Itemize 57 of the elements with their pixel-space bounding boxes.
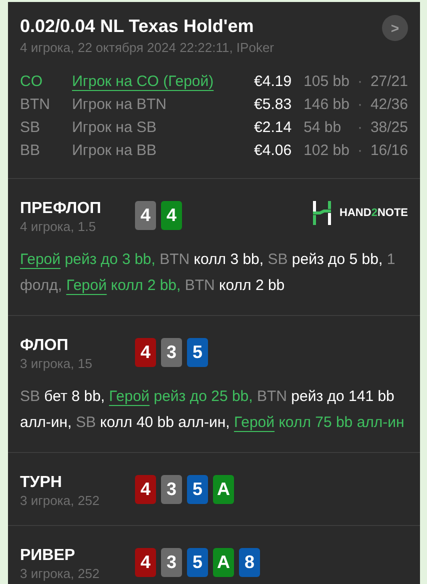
card: 8 <box>239 548 260 577</box>
position-label: BTN <box>20 95 51 115</box>
player-stats: 27/21 <box>370 72 408 92</box>
separator-dot: · <box>356 118 364 138</box>
separator-dot: · <box>356 72 364 92</box>
separator-dot: · <box>356 141 364 161</box>
card: 4 <box>135 201 156 230</box>
card: A <box>213 548 234 577</box>
position-label: BB <box>20 141 42 161</box>
street-info: 3 игрока, 252 <box>20 566 100 582</box>
stack-bb: 105 bb <box>302 72 350 92</box>
card: 4 <box>135 475 156 504</box>
street-name: РИВЕР <box>20 546 76 566</box>
card: A <box>213 475 234 504</box>
stack-bb: 54 bb <box>302 118 342 138</box>
player-name[interactable]: Игрок на CO (Герой) <box>72 73 214 90</box>
separator-dot: · <box>356 95 364 115</box>
card: 4 <box>135 338 156 367</box>
stack-bb: 146 bb <box>302 95 350 115</box>
hero-link[interactable]: Герой <box>20 251 61 268</box>
next-button[interactable]: > <box>382 15 408 41</box>
player-name[interactable]: Игрок на SB <box>72 119 156 136</box>
action-log: SB бет 8 bb, Герой рейз до 25 bb, BTN рейз до 141 bb алл-ин, SB колл 40 bb алл-ин, Герой колл 75 bb алл-ин <box>20 387 406 433</box>
position-label: SB <box>20 118 42 138</box>
card: 4 <box>135 548 156 577</box>
street-name: ТУРН <box>20 473 63 493</box>
hand-title: 0.02/0.04 NL Texas Hold'em <box>20 15 255 38</box>
player-stats: 16/16 <box>370 141 408 161</box>
stack-amount: €4.19 <box>253 72 292 92</box>
card: 3 <box>161 548 182 577</box>
card: 3 <box>161 338 182 367</box>
card: 3 <box>161 475 182 504</box>
stack-amount: €2.14 <box>253 118 292 138</box>
card: 5 <box>187 548 208 577</box>
player-name[interactable]: Игрок на BB <box>72 142 156 159</box>
position-label: CO <box>20 72 44 92</box>
logo-icon <box>312 201 332 225</box>
hero-link[interactable]: Герой <box>234 414 275 431</box>
hero-link[interactable]: Герой <box>66 277 107 294</box>
stack-bb: 102 bb <box>302 141 350 161</box>
stack-amount: €5.83 <box>253 95 292 115</box>
street-info: 3 игрока, 15 <box>20 356 94 372</box>
stack-amount: €4.06 <box>253 141 292 161</box>
street-info: 4 игрока, 1.5 <box>20 219 97 235</box>
street-name: ПРЕФЛОП <box>20 199 102 219</box>
logo: HAND2NOTE <box>312 201 408 225</box>
player-stats: 42/36 <box>370 95 408 115</box>
card: 4 <box>161 201 182 230</box>
card: 5 <box>187 338 208 367</box>
action-log: Герой рейз до 3 bb, BTN колл 3 bb, SB рейз до 5 bb, 1 фолд, Герой колл 2 bb, BTN колл 2 bb <box>20 250 396 296</box>
player-name[interactable]: Игрок на BTN <box>72 96 166 113</box>
hand-subtitle: 4 игрока, 22 октября 2024 22:22:11, IPoker <box>20 39 274 57</box>
card: 5 <box>187 475 208 504</box>
street-info: 3 игрока, 252 <box>20 493 100 509</box>
street-name: ФЛОП <box>20 336 70 356</box>
hero-link[interactable]: Герой <box>109 388 150 405</box>
player-stats: 38/25 <box>370 118 408 138</box>
